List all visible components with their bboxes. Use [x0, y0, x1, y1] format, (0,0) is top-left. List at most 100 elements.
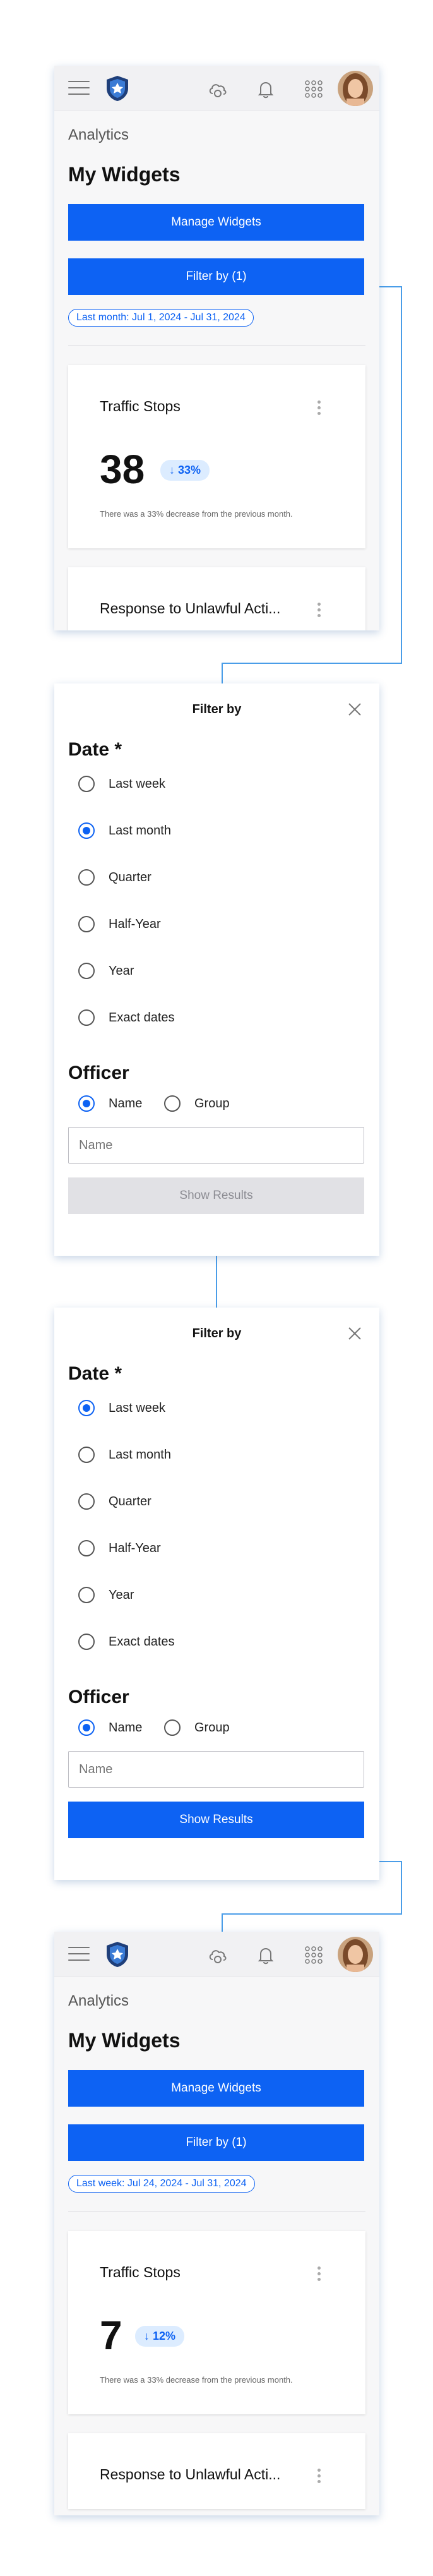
more-options-icon[interactable] [317, 2469, 321, 2484]
shield-logo-icon [107, 76, 128, 101]
filter-title: Filter by [192, 702, 242, 716]
date-heading: Date * [68, 1363, 122, 1384]
filter-by-button[interactable]: Filter by (1) [68, 258, 364, 295]
close-icon[interactable] [347, 1325, 363, 1342]
shield-logo-icon [107, 1942, 128, 1967]
widget-description: There was a 33% decrease from the previo… [100, 2375, 293, 2385]
option-label: Year [109, 964, 134, 978]
top-bar [54, 66, 379, 111]
widget-title: Traffic Stops [100, 2264, 181, 2280]
option-label: Exact dates [109, 1011, 175, 1025]
active-filter-chip[interactable]: Last week: Jul 24, 2024 - Jul 31, 2024 [68, 2175, 255, 2193]
response-widget[interactable]: Response to Unlawful Acti... [68, 2433, 365, 2509]
cloud-sync-icon[interactable] [207, 1944, 228, 1966]
page-title: My Widgets [68, 2029, 181, 2052]
apps-grid-icon[interactable] [303, 78, 324, 100]
widget-title: Response to Unlawful Acti... [100, 2466, 281, 2483]
response-widget[interactable]: Response to Unlawful Acti... [68, 567, 365, 630]
radio-button[interactable] [78, 963, 95, 979]
officer-heading: Officer [68, 1687, 129, 1707]
widget-title: Traffic Stops [100, 398, 181, 414]
radio-button[interactable] [78, 1587, 95, 1603]
menu-icon[interactable] [68, 81, 90, 95]
radio-button[interactable] [78, 1400, 95, 1416]
option-label: Last month [109, 824, 171, 838]
option-label: Quarter [109, 1495, 151, 1508]
officer-name-input[interactable] [68, 1751, 364, 1788]
date-option-quarter[interactable]: Quarter [54, 854, 379, 901]
traffic-stops-widget[interactable]: Traffic Stops 38 ↓ 33% There was a 33% d… [68, 365, 365, 548]
option-label: Name [109, 1721, 143, 1735]
date-option-exact-dates[interactable]: Exact dates [54, 994, 379, 1041]
option-label: Half-Year [109, 1541, 161, 1555]
dashboard-screen-after: Analytics My Widgets Manage Widgets Filt… [54, 1932, 379, 2515]
date-heading: Date * [68, 739, 122, 760]
radio-button[interactable] [78, 869, 95, 886]
option-label: Last month [109, 1448, 171, 1462]
option-label: Group [194, 1721, 230, 1735]
date-option-last-month[interactable]: Last month [54, 1431, 379, 1478]
date-option-half-year[interactable]: Half-Year [54, 901, 379, 948]
user-avatar[interactable] [338, 71, 373, 106]
radio-button[interactable] [78, 1493, 95, 1510]
widget-value: 38 [100, 447, 145, 492]
option-label: Group [194, 1097, 230, 1110]
more-options-icon[interactable] [317, 400, 321, 416]
officer-name-radio[interactable] [78, 1719, 95, 1736]
active-filter-chip[interactable]: Last month: Jul 1, 2024 - Jul 31, 2024 [68, 309, 254, 327]
bell-icon[interactable] [255, 78, 276, 100]
officer-options: Name Group [54, 1708, 379, 1746]
radio-button[interactable] [78, 916, 95, 932]
date-option-quarter[interactable]: Quarter [54, 1478, 379, 1525]
change-value: 12% [153, 2330, 176, 2342]
section-label: Analytics [68, 126, 129, 143]
radio-button[interactable] [78, 1009, 95, 1026]
date-option-last-week[interactable]: Last week [54, 761, 379, 807]
date-option-last-month[interactable]: Last month [54, 807, 379, 854]
filter-title: Filter by [192, 1327, 242, 1340]
date-option-year[interactable]: Year [54, 948, 379, 994]
manage-widgets-button[interactable]: Manage Widgets [68, 204, 364, 241]
radio-button[interactable] [78, 1447, 95, 1463]
change-badge: ↓ 12% [135, 2326, 185, 2347]
bell-icon[interactable] [255, 1944, 276, 1966]
radio-button[interactable] [78, 776, 95, 792]
change-badge: ↓ 33% [160, 460, 210, 481]
date-option-last-week[interactable]: Last week [54, 1385, 379, 1431]
option-label: Quarter [109, 870, 151, 884]
apps-grid-icon[interactable] [303, 1944, 324, 1966]
more-options-icon[interactable] [317, 2266, 321, 2282]
show-results-button[interactable]: Show Results [68, 1802, 364, 1838]
option-label: Year [109, 1588, 134, 1602]
officer-group-radio[interactable] [164, 1095, 181, 1112]
date-option-exact-dates[interactable]: Exact dates [54, 1618, 379, 1665]
filter-panel-last-month: Filter by Date * Last week Last month Qu… [54, 683, 379, 1256]
officer-heading: Officer [68, 1062, 129, 1083]
manage-widgets-button[interactable]: Manage Widgets [68, 2070, 364, 2107]
option-label: Name [109, 1097, 143, 1110]
officer-group-radio[interactable] [164, 1719, 181, 1736]
top-bar [54, 1932, 379, 1977]
radio-button[interactable] [78, 1634, 95, 1650]
user-avatar[interactable] [338, 1937, 373, 1972]
section-label: Analytics [68, 1992, 129, 2009]
change-value: 33% [178, 464, 201, 476]
dashboard-screen-before: Analytics My Widgets Manage Widgets Filt… [54, 66, 379, 630]
officer-name-radio[interactable] [78, 1095, 95, 1112]
menu-icon[interactable] [68, 1947, 90, 1961]
option-label: Last week [109, 777, 166, 791]
radio-button[interactable] [78, 1540, 95, 1556]
officer-name-input[interactable] [68, 1127, 364, 1164]
show-results-button[interactable]: Show Results [68, 1177, 364, 1214]
cloud-sync-icon[interactable] [207, 78, 228, 100]
date-option-half-year[interactable]: Half-Year [54, 1525, 379, 1572]
close-icon[interactable] [347, 701, 363, 718]
option-label: Last week [109, 1401, 166, 1415]
radio-button[interactable] [78, 822, 95, 839]
date-option-year[interactable]: Year [54, 1572, 379, 1618]
filter-by-button[interactable]: Filter by (1) [68, 2124, 364, 2161]
widget-title: Response to Unlawful Acti... [100, 600, 281, 617]
traffic-stops-widget[interactable]: Traffic Stops 7 ↓ 12% There was a 33% de… [68, 2231, 365, 2414]
more-options-icon[interactable] [317, 603, 321, 618]
page-title: My Widgets [68, 163, 181, 186]
